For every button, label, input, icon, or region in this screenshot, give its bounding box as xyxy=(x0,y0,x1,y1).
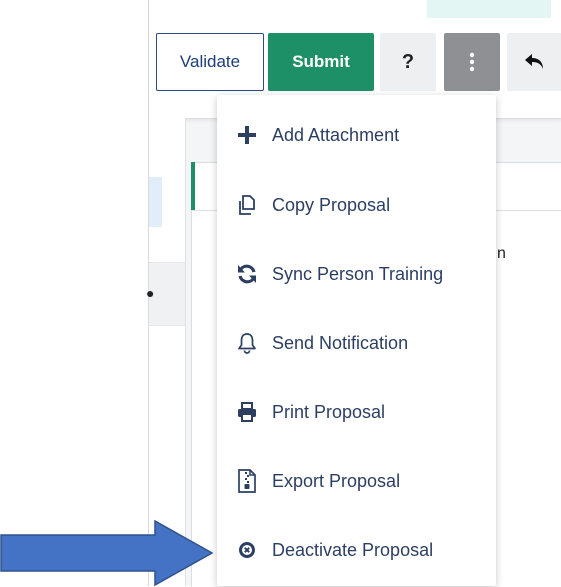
menu-item-label: Print Proposal xyxy=(272,401,386,422)
circle-x-icon xyxy=(236,539,258,561)
submit-button[interactable]: Submit xyxy=(268,33,374,91)
more-actions-button[interactable] xyxy=(444,33,500,91)
help-button[interactable]: ? xyxy=(380,33,436,91)
menu-item-label: Deactivate Proposal xyxy=(272,539,434,560)
menu-item-deactivate-proposal[interactable]: Deactivate Proposal xyxy=(217,516,496,584)
undo-arrow-icon xyxy=(524,54,543,69)
file-zip-icon xyxy=(236,469,258,493)
left-panel-icon: ● xyxy=(146,285,155,301)
menu-item-label: Send Notification xyxy=(272,332,409,353)
menu-item-export-proposal[interactable]: Export Proposal xyxy=(217,447,496,515)
menu-item-label: Copy Proposal xyxy=(272,194,391,215)
menu-item-send-notification[interactable]: Send Notification xyxy=(217,309,496,377)
menu-item-label: Add Attachment xyxy=(272,124,400,145)
copy-icon xyxy=(236,194,258,216)
validate-button[interactable]: Validate xyxy=(156,33,264,91)
left-panel-tab[interactable] xyxy=(149,177,162,227)
plus-icon xyxy=(236,124,258,146)
sync-icon xyxy=(236,263,258,285)
menu-item-label: Sync Person Training xyxy=(272,263,444,284)
menu-item-print-proposal[interactable]: Print Proposal xyxy=(217,378,496,446)
top-accent-strip xyxy=(427,0,551,18)
menu-item-add-attachment[interactable]: Add Attachment xyxy=(217,101,496,169)
annotation-arrow-icon xyxy=(0,520,214,586)
menu-item-copy-proposal[interactable]: Copy Proposal xyxy=(217,171,496,239)
more-actions-menu: Add Attachment Copy Proposal Sync Person… xyxy=(217,95,496,586)
vertical-ellipsis-icon xyxy=(469,52,475,72)
background-text-fragment: n xyxy=(497,245,506,262)
menu-item-sync-person-training[interactable]: Sync Person Training xyxy=(217,240,496,308)
content-tab-indicator xyxy=(191,162,195,210)
undo-button[interactable] xyxy=(507,33,561,91)
bell-icon xyxy=(236,332,258,354)
printer-icon xyxy=(236,401,258,423)
menu-item-label: Export Proposal xyxy=(272,470,401,491)
